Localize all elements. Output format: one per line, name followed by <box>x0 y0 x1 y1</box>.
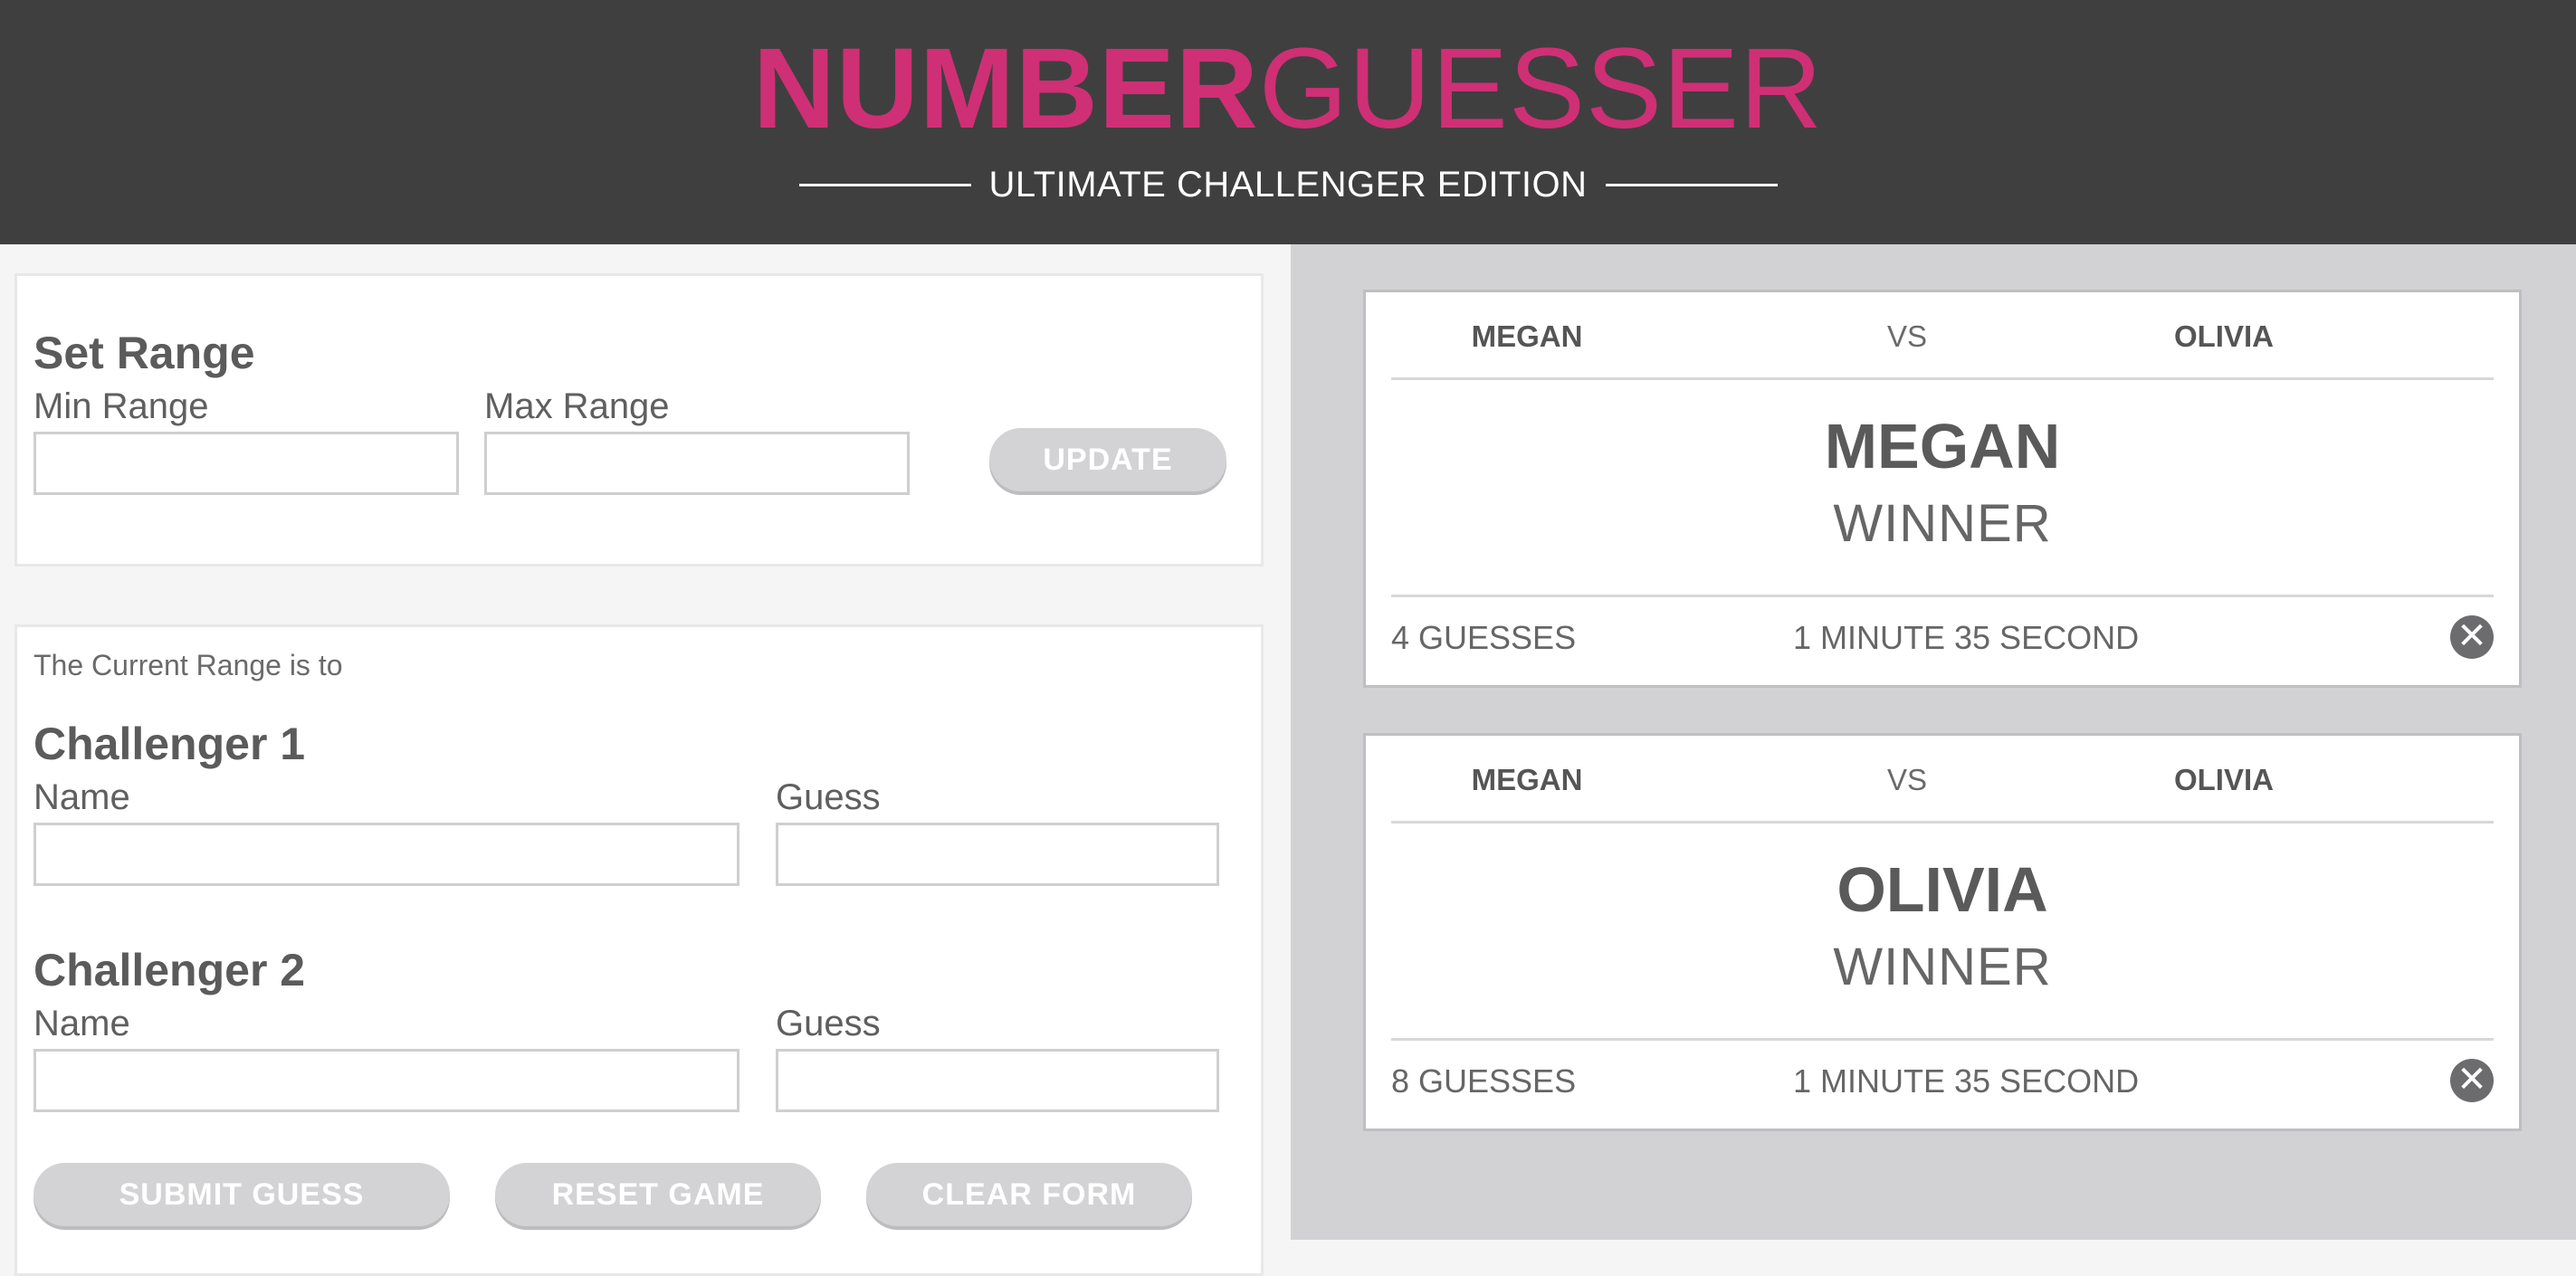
subtitle-divider-right <box>1605 183 1778 186</box>
challenger-1-name-input[interactable] <box>33 823 739 886</box>
challenger-2-name: OLIVIA <box>2173 319 2274 353</box>
result-card: MEGAN VS OLIVIA OLIVIA WINNER 8 GUESSES … <box>1363 733 2522 1131</box>
current-range-text: The Current Range is to <box>33 649 343 681</box>
challenger-1-guess-input[interactable] <box>776 823 1219 886</box>
logo-text-bold: NUMBER <box>752 24 1259 152</box>
update-button[interactable]: UPDATE <box>989 428 1226 491</box>
result-card-footer: 8 GUESSES 1 MINUTE 35 SECOND ✕ <box>1391 1038 2494 1126</box>
challenger-1-name: MEGAN <box>1471 763 1583 796</box>
clear-form-button[interactable]: CLEAR FORM <box>866 1163 1192 1226</box>
challenger-2-name-input[interactable] <box>33 1049 739 1112</box>
result-card: MEGAN VS OLIVIA MEGAN WINNER 4 GUESSES 1… <box>1363 290 2522 688</box>
max-range-label: Max Range <box>484 386 670 426</box>
set-range-card: Set Range Min Range Max Range UPDATE <box>14 273 1264 567</box>
subtitle-divider-left <box>798 183 971 186</box>
subtitle-row: ULTIMATE CHALLENGER EDITION <box>0 159 2576 210</box>
app-header: NUMBERGUESSER ULTIMATE CHALLENGER EDITIO… <box>0 0 2576 244</box>
app-logo: NUMBERGUESSER <box>0 25 2576 152</box>
challenger-1-name: MEGAN <box>1471 319 1583 353</box>
vs-label: VS <box>1886 319 1928 353</box>
winner-name: OLIVIA <box>1837 854 2048 925</box>
result-card-footer: 4 GUESSES 1 MINUTE 35 SECOND ✕ <box>1391 595 2494 682</box>
result-card-header: MEGAN VS OLIVIA <box>1391 292 2494 380</box>
close-icon[interactable]: ✕ <box>2450 1059 2494 1102</box>
logo-text-light: GUESSER <box>1258 24 1824 152</box>
challenger-2-guess-label: Guess <box>776 1004 881 1043</box>
app-subtitle: ULTIMATE CHALLENGER EDITION <box>988 164 1588 205</box>
vs-label: VS <box>1886 763 1928 796</box>
challenger-1-title: Challenger 1 <box>33 719 306 769</box>
min-range-label: Min Range <box>33 386 209 426</box>
reset-game-button[interactable]: RESET GAME <box>495 1163 821 1226</box>
min-range-input[interactable] <box>33 432 459 495</box>
guess-count: 8 GUESSES <box>1391 1062 1577 1100</box>
results-panel: MEGAN VS OLIVIA MEGAN WINNER 4 GUESSES 1… <box>1291 244 2576 1240</box>
result-card-header: MEGAN VS OLIVIA <box>1391 736 2494 824</box>
winner-name: MEGAN <box>1824 411 2061 481</box>
challenger-2-guess-input[interactable] <box>776 1049 1219 1112</box>
close-icon[interactable]: ✕ <box>2450 615 2494 659</box>
set-range-title: Set Range <box>33 328 255 378</box>
max-range-input[interactable] <box>484 432 910 495</box>
challenger-2-name: OLIVIA <box>2173 763 2274 796</box>
challenger-2-name-label: Name <box>33 1004 130 1043</box>
challenger-form-card: The Current Range is to Challenger 1 Nam… <box>14 624 1264 1276</box>
winner-label: WINNER <box>1833 938 2052 996</box>
left-panel: Set Range Min Range Max Range UPDATE The… <box>0 244 1291 1276</box>
elapsed-time: 1 MINUTE 35 SECOND <box>1793 1062 2140 1100</box>
submit-guess-button[interactable]: SUBMIT GUESS <box>33 1163 450 1226</box>
guess-count: 4 GUESSES <box>1391 619 1577 656</box>
challenger-1-guess-label: Guess <box>776 777 881 817</box>
challenger-2-title: Challenger 2 <box>33 945 306 995</box>
challenger-1-name-label: Name <box>33 777 130 817</box>
winner-label: WINNER <box>1833 494 2052 553</box>
elapsed-time: 1 MINUTE 35 SECOND <box>1793 619 2140 656</box>
